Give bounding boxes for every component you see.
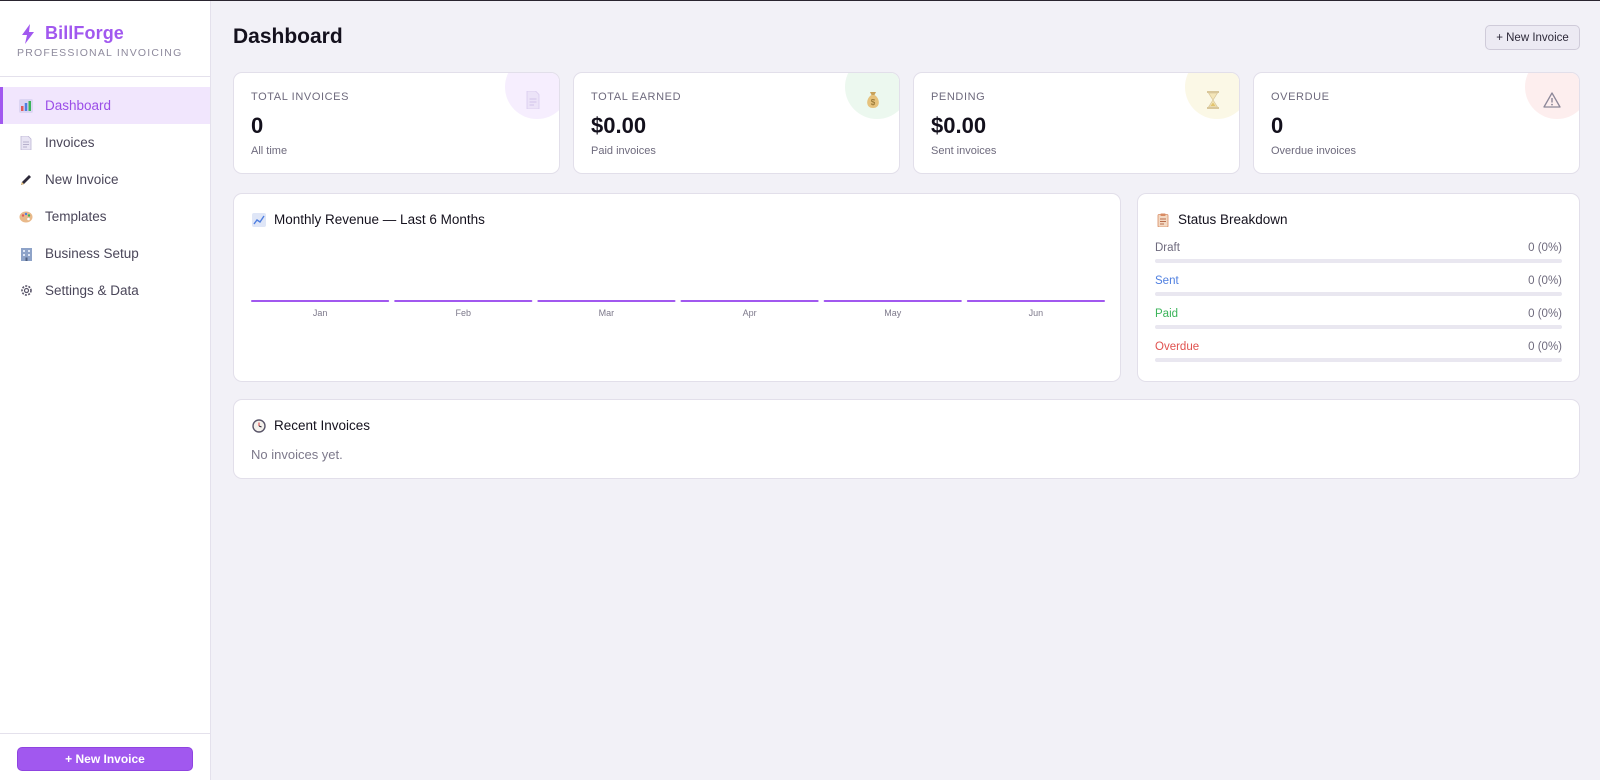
warning-icon [1543, 92, 1561, 108]
status-row-overdue: Overdue 0 (0%) [1155, 341, 1562, 365]
status-bar [1155, 292, 1562, 296]
bar-chart-icon [19, 98, 33, 113]
status-name: Draft [1155, 242, 1180, 254]
stat-card-pending[interactable]: PENDING $0.00 Sent invoices [913, 72, 1240, 174]
status-value: 0 (0%) [1528, 275, 1562, 287]
status-breakdown-title: Status Breakdown [1178, 212, 1288, 227]
money-bag-icon: $ [867, 92, 879, 108]
status-value: 0 (0%) [1528, 242, 1562, 254]
sidebar-nav: Dashboard Invoices New Invoice Templates… [0, 87, 210, 309]
document-icon [19, 135, 33, 150]
recent-invoices-card: Recent Invoices No invoices yet. [233, 399, 1580, 479]
x-tick-label: May [884, 308, 902, 318]
clock-icon [252, 418, 266, 433]
x-tick-label: Apr [743, 308, 757, 318]
stat-value: $0.00 [931, 113, 987, 138]
x-tick-label: Mar [599, 308, 615, 318]
sidebar-item-label: Settings & Data [45, 283, 139, 298]
status-bar [1155, 259, 1562, 263]
brand: BillForge PROFESSIONAL INVOICING [0, 1, 210, 77]
stat-value: 0 [251, 113, 264, 138]
clipboard-icon [1157, 213, 1169, 227]
sidebar-item-label: Templates [45, 209, 107, 224]
sidebar-item-label: Invoices [45, 135, 95, 150]
x-tick-label: Jun [1029, 308, 1044, 318]
gear-icon [19, 284, 33, 298]
status-breakdown-card: Status Breakdown Draft 0 (0%) Sent 0 (0%… [1137, 193, 1580, 382]
recent-invoices-title: Recent Invoices [274, 418, 371, 433]
main-content: Dashboard + New Invoice TOTAL INVOICES 0… [211, 1, 1600, 780]
revenue-bar-mar [537, 300, 676, 302]
stat-value: $0.00 [591, 113, 647, 138]
status-name: Sent [1155, 275, 1179, 287]
stat-subtext: All time [251, 145, 288, 157]
status-row-paid: Paid 0 (0%) [1155, 308, 1562, 332]
sidebar-item-business-setup[interactable]: Business Setup [0, 235, 210, 272]
sidebar-footer: + New Invoice [0, 733, 210, 780]
sidebar-item-label: Business Setup [45, 246, 139, 261]
sidebar-item-templates[interactable]: Templates [0, 198, 210, 235]
stat-label: OVERDUE [1271, 91, 1330, 103]
stat-subtext: Sent invoices [931, 145, 997, 157]
card-title: Recent Invoices [252, 418, 370, 433]
hourglass-icon [1207, 91, 1219, 109]
svg-text:$: $ [871, 98, 876, 107]
revenue-bar-may [823, 300, 962, 302]
stat-card-total-invoices[interactable]: TOTAL INVOICES 0 All time [233, 72, 560, 174]
status-value: 0 (0%) [1528, 308, 1562, 320]
revenue-chart-card: Monthly Revenue — Last 6 Months Jan Feb Ma… [233, 193, 1121, 382]
status-row-sent: Sent 0 (0%) [1155, 275, 1562, 299]
building-icon [19, 247, 33, 261]
sidebar-item-dashboard[interactable]: Dashboard [0, 87, 210, 124]
x-tick-label: Jan [313, 308, 328, 318]
sidebar-item-new-invoice[interactable]: New Invoice [0, 161, 210, 198]
status-name: Paid [1155, 308, 1179, 320]
stat-card-total-earned[interactable]: $ TOTAL EARNED $0.00 Paid invoices [573, 72, 900, 174]
new-invoice-button[interactable]: + New Invoice [1485, 25, 1580, 50]
revenue-bar-jan [251, 300, 390, 302]
stat-label: TOTAL INVOICES [251, 91, 350, 103]
sidebar-item-invoices[interactable]: Invoices [0, 124, 210, 161]
palette-icon [19, 210, 33, 224]
brand-name[interactable]: BillForge [45, 23, 124, 44]
status-bar [1155, 358, 1562, 362]
status-row-draft: Draft 0 (0%) [1155, 242, 1562, 266]
stat-subtext: Overdue invoices [1271, 145, 1356, 157]
empty-state-text: No invoices yet. [251, 447, 343, 462]
card-title: Status Breakdown [1156, 212, 1288, 227]
sidebar-item-label: New Invoice [45, 172, 119, 187]
status-value: 0 (0%) [1528, 341, 1562, 353]
stat-card-overdue[interactable]: OVERDUE 0 Overdue invoices [1253, 72, 1580, 174]
status-bar [1155, 325, 1562, 329]
lightning-icon [22, 23, 34, 44]
page-title: Dashboard [233, 25, 343, 48]
x-tick-label: Feb [455, 308, 471, 318]
revenue-bar-apr [680, 300, 819, 302]
revenue-chart: Jan Feb Mar Apr May Jun [251, 300, 1105, 318]
status-name: Overdue [1155, 341, 1200, 353]
stat-subtext: Paid invoices [591, 145, 656, 157]
stat-value: 0 [1271, 113, 1284, 138]
brand-tagline: PROFESSIONAL INVOICING [17, 47, 183, 59]
pen-icon [19, 173, 33, 187]
sidebar: BillForge PROFESSIONAL INVOICING Dashboa… [0, 1, 211, 780]
revenue-bar-feb [394, 300, 533, 302]
document-icon [526, 91, 540, 109]
sidebar-item-settings[interactable]: Settings & Data [0, 272, 210, 309]
stat-label: PENDING [931, 91, 986, 103]
revenue-bar-jun [966, 300, 1105, 302]
sidebar-item-label: Dashboard [45, 98, 112, 113]
sidebar-new-invoice-button[interactable]: + New Invoice [17, 747, 193, 771]
stat-label: TOTAL EARNED [591, 91, 682, 103]
